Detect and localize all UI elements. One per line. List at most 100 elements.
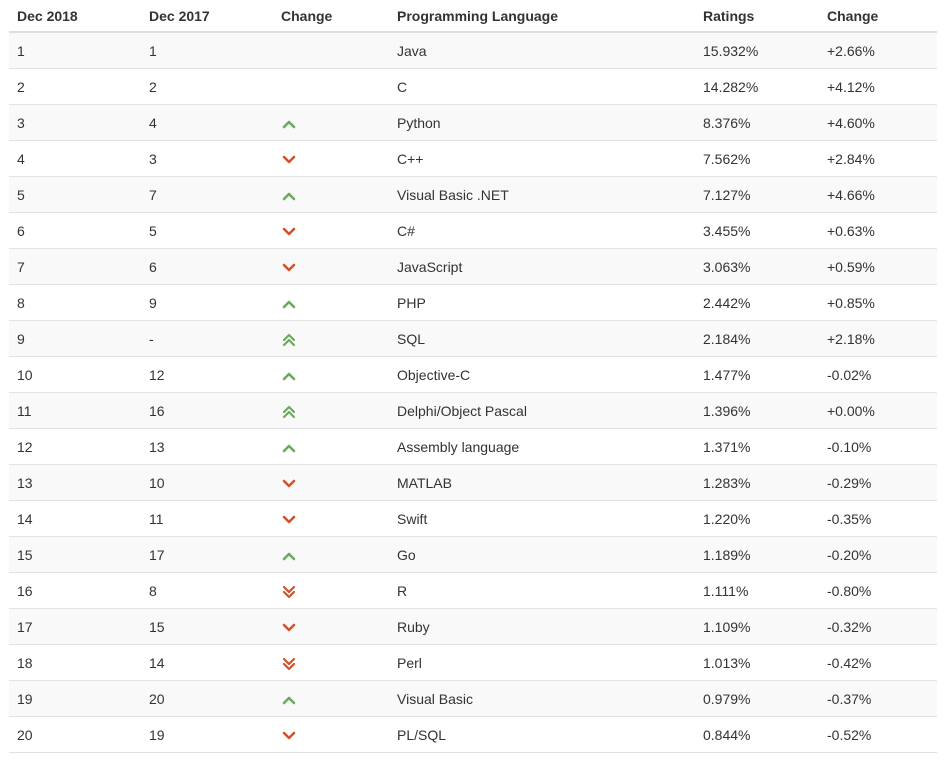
language-name: Delphi/Object Pascal <box>397 402 527 419</box>
rank-dec-2018: 15 <box>17 546 33 563</box>
rating-change: +4.60% <box>827 114 875 131</box>
rank-dec-2018: 6 <box>17 222 25 239</box>
header-programming-language[interactable]: Programming Language <box>389 8 695 24</box>
table-row: 1 1 Java 15.932% +2.66% <box>9 33 937 69</box>
rank-dec-2017: 7 <box>149 186 157 203</box>
language-name: PL/SQL <box>397 726 447 743</box>
rating-change: -0.35% <box>827 510 872 527</box>
rank-dec-2018: 11 <box>17 402 32 419</box>
rank-change <box>273 654 389 670</box>
rank-dec-2018: 14 <box>17 510 33 527</box>
chevron-down-icon <box>281 513 297 527</box>
rank-dec-2018: 4 <box>17 150 25 167</box>
rank-dec-2018: 7 <box>17 258 25 275</box>
ranking-table: Dec 2018 Dec 2017 Change Programming Lan… <box>9 0 937 753</box>
rating-value: 1.283% <box>703 474 751 491</box>
rating-value: 1.396% <box>703 402 751 419</box>
rating-value: 1.220% <box>703 510 751 527</box>
rank-dec-2017: 10 <box>149 474 165 491</box>
rating-value: 0.844% <box>703 726 751 743</box>
rank-dec-2017: 4 <box>149 114 157 131</box>
table-row: 3 4 Python 8.376% +4.60% <box>9 105 937 141</box>
table-row: 2 2 C 14.282% +4.12% <box>9 69 937 105</box>
chevron-down-icon <box>281 225 297 239</box>
rating-change: +2.84% <box>827 150 875 167</box>
rating-value: 1.111% <box>703 582 749 599</box>
table-row: 9 - SQL 2.184% +2.18% <box>9 321 937 357</box>
chevron-up-icon <box>281 549 297 563</box>
rating-value: 2.442% <box>703 294 751 311</box>
rank-change <box>273 618 389 634</box>
header-ratings-change[interactable]: Change <box>819 8 937 24</box>
rank-change <box>273 438 389 454</box>
language-name: SQL <box>397 330 426 347</box>
language-name: C++ <box>397 150 424 167</box>
rating-change: +0.85% <box>827 294 875 311</box>
rank-dec-2018: 13 <box>17 474 33 491</box>
rank-dec-2018: 2 <box>17 78 25 95</box>
rank-dec-2018: 16 <box>17 582 33 599</box>
double-chevron-down-icon <box>281 657 297 671</box>
header-ratings[interactable]: Ratings <box>695 8 819 24</box>
rank-change <box>273 222 389 238</box>
header-dec-2018[interactable]: Dec 2018 <box>9 8 141 24</box>
rank-dec-2017: 20 <box>149 690 165 707</box>
rating-change: -0.37% <box>827 690 872 707</box>
table-row: 15 17 Go 1.189% -0.20% <box>9 537 937 573</box>
chevron-down-icon <box>281 153 297 167</box>
rank-dec-2018: 18 <box>17 654 33 671</box>
chevron-down-icon <box>281 729 297 743</box>
rating-change: -0.42% <box>827 654 872 671</box>
rating-value: 1.013% <box>703 654 751 671</box>
language-name: Visual Basic .NET <box>397 186 509 203</box>
chevron-down-icon <box>281 261 297 275</box>
chevron-up-icon <box>281 369 297 383</box>
rating-value: 0.979% <box>703 690 751 707</box>
chevron-up-icon <box>281 117 297 131</box>
table-body: 1 1 Java 15.932% +2.66% 2 2 C 14.282% +4.12% 3 4 Pyt… <box>9 33 937 753</box>
rank-dec-2018: 8 <box>17 294 25 311</box>
table-row: 6 5 C# 3.455% +0.63% <box>9 213 937 249</box>
language-name: R <box>397 582 408 599</box>
rank-change <box>273 474 389 490</box>
rank-dec-2018: 19 <box>17 690 33 707</box>
language-name: PHP <box>397 294 426 311</box>
rating-value: 1.189% <box>703 546 751 563</box>
rank-dec-2017: 13 <box>149 438 165 455</box>
rank-dec-2017: 17 <box>149 546 165 563</box>
rank-dec-2018: 10 <box>17 366 33 383</box>
table-row: 14 11 Swift 1.220% -0.35% <box>9 501 937 537</box>
rating-value: 14.282% <box>703 78 759 95</box>
table-row: 19 20 Visual Basic 0.979% -0.37% <box>9 681 937 717</box>
table-row: 4 3 C++ 7.562% +2.84% <box>9 141 937 177</box>
header-change[interactable]: Change <box>273 8 389 24</box>
language-name: MATLAB <box>397 474 452 491</box>
rating-change: +2.18% <box>827 330 875 347</box>
rating-value: 7.127% <box>703 186 751 203</box>
double-chevron-down-icon <box>281 585 297 599</box>
table-row: 20 19 PL/SQL 0.844% -0.52% <box>9 717 937 753</box>
rating-value: 2.184% <box>703 330 751 347</box>
rank-change <box>273 546 389 562</box>
rating-change: -0.20% <box>827 546 872 563</box>
rank-change <box>273 150 389 166</box>
header-dec-2017[interactable]: Dec 2017 <box>141 8 273 24</box>
language-name: Ruby <box>397 618 430 635</box>
rank-dec-2017: 8 <box>149 582 157 599</box>
table-row: 13 10 MATLAB 1.283% -0.29% <box>9 465 937 501</box>
rank-dec-2018: 12 <box>17 438 33 455</box>
rank-change <box>273 690 389 706</box>
language-name: Java <box>397 42 427 59</box>
chevron-up-icon <box>281 297 297 311</box>
language-name: Visual Basic <box>397 690 474 707</box>
table-row: 11 16 Delphi/Object Pascal 1.396% +0.00% <box>9 393 937 429</box>
rating-change: -0.32% <box>827 618 872 635</box>
rank-change <box>273 510 389 526</box>
rating-value: 1.371% <box>703 438 751 455</box>
rank-dec-2017: 15 <box>149 618 165 635</box>
rank-dec-2017: - <box>149 330 154 347</box>
table-row: 18 14 Perl 1.013% -0.42% <box>9 645 937 681</box>
language-name: C <box>397 78 408 95</box>
rank-dec-2017: 14 <box>149 654 165 671</box>
chevron-down-icon <box>281 477 297 491</box>
